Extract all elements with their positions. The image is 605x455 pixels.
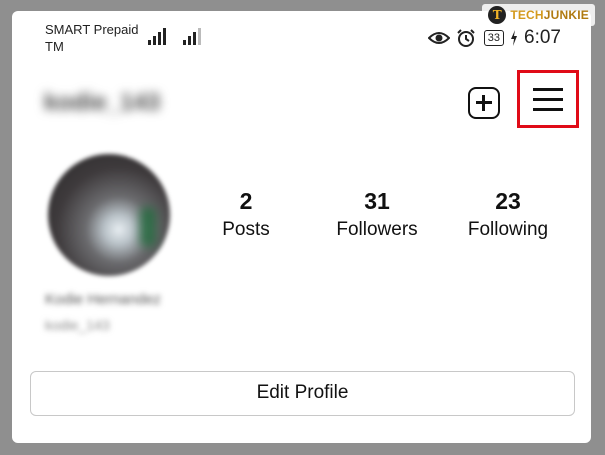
watermark-text-prefix: TECH [510,8,544,22]
carrier-label: SMART Prepaid TM [45,21,145,55]
hamburger-menu-icon[interactable] [533,87,563,111]
eye-icon [427,32,450,44]
techjunkie-watermark: T TECH JUNKIE [482,4,595,26]
profile-username[interactable]: kodie_143 [44,89,214,117]
followers-stat[interactable]: 31 Followers [312,187,442,243]
followers-label: Followers [336,219,418,240]
posts-stat[interactable]: 2 Posts [181,187,311,243]
battery-icon: 33 [483,30,505,46]
alarm-icon [457,29,475,47]
charging-icon [511,30,518,46]
profile-display-name: Kodie Hernandez [45,291,161,308]
create-post-button[interactable] [468,87,500,119]
phone-screen: SMART Prepaid TM 33 6:07 kodie_143 2 Pos… [12,11,591,443]
carrier-line-2: TM [45,39,64,54]
avatar-detail [140,207,156,247]
carrier-line-1: SMART Prepaid [45,22,139,37]
following-stat[interactable]: 23 Following [443,187,573,243]
screenshot-frame: SMART Prepaid TM 33 6:07 kodie_143 2 Pos… [0,0,605,455]
posts-label: Posts [222,219,270,240]
signal-icon [148,28,166,45]
following-label: Following [467,219,549,240]
followers-count: 31 [364,188,390,214]
signal-icon [183,28,201,45]
status-icons: 33 6:07 [427,27,561,48]
watermark-text-suffix: JUNKIE [543,8,589,22]
clock-time: 6:07 [524,27,561,48]
following-count: 23 [495,188,521,214]
posts-count: 2 [239,188,253,214]
edit-profile-button[interactable]: Edit Profile [30,371,575,416]
profile-handle: kodie_143 [45,317,110,333]
techjunkie-logo-icon: T [488,6,507,24]
